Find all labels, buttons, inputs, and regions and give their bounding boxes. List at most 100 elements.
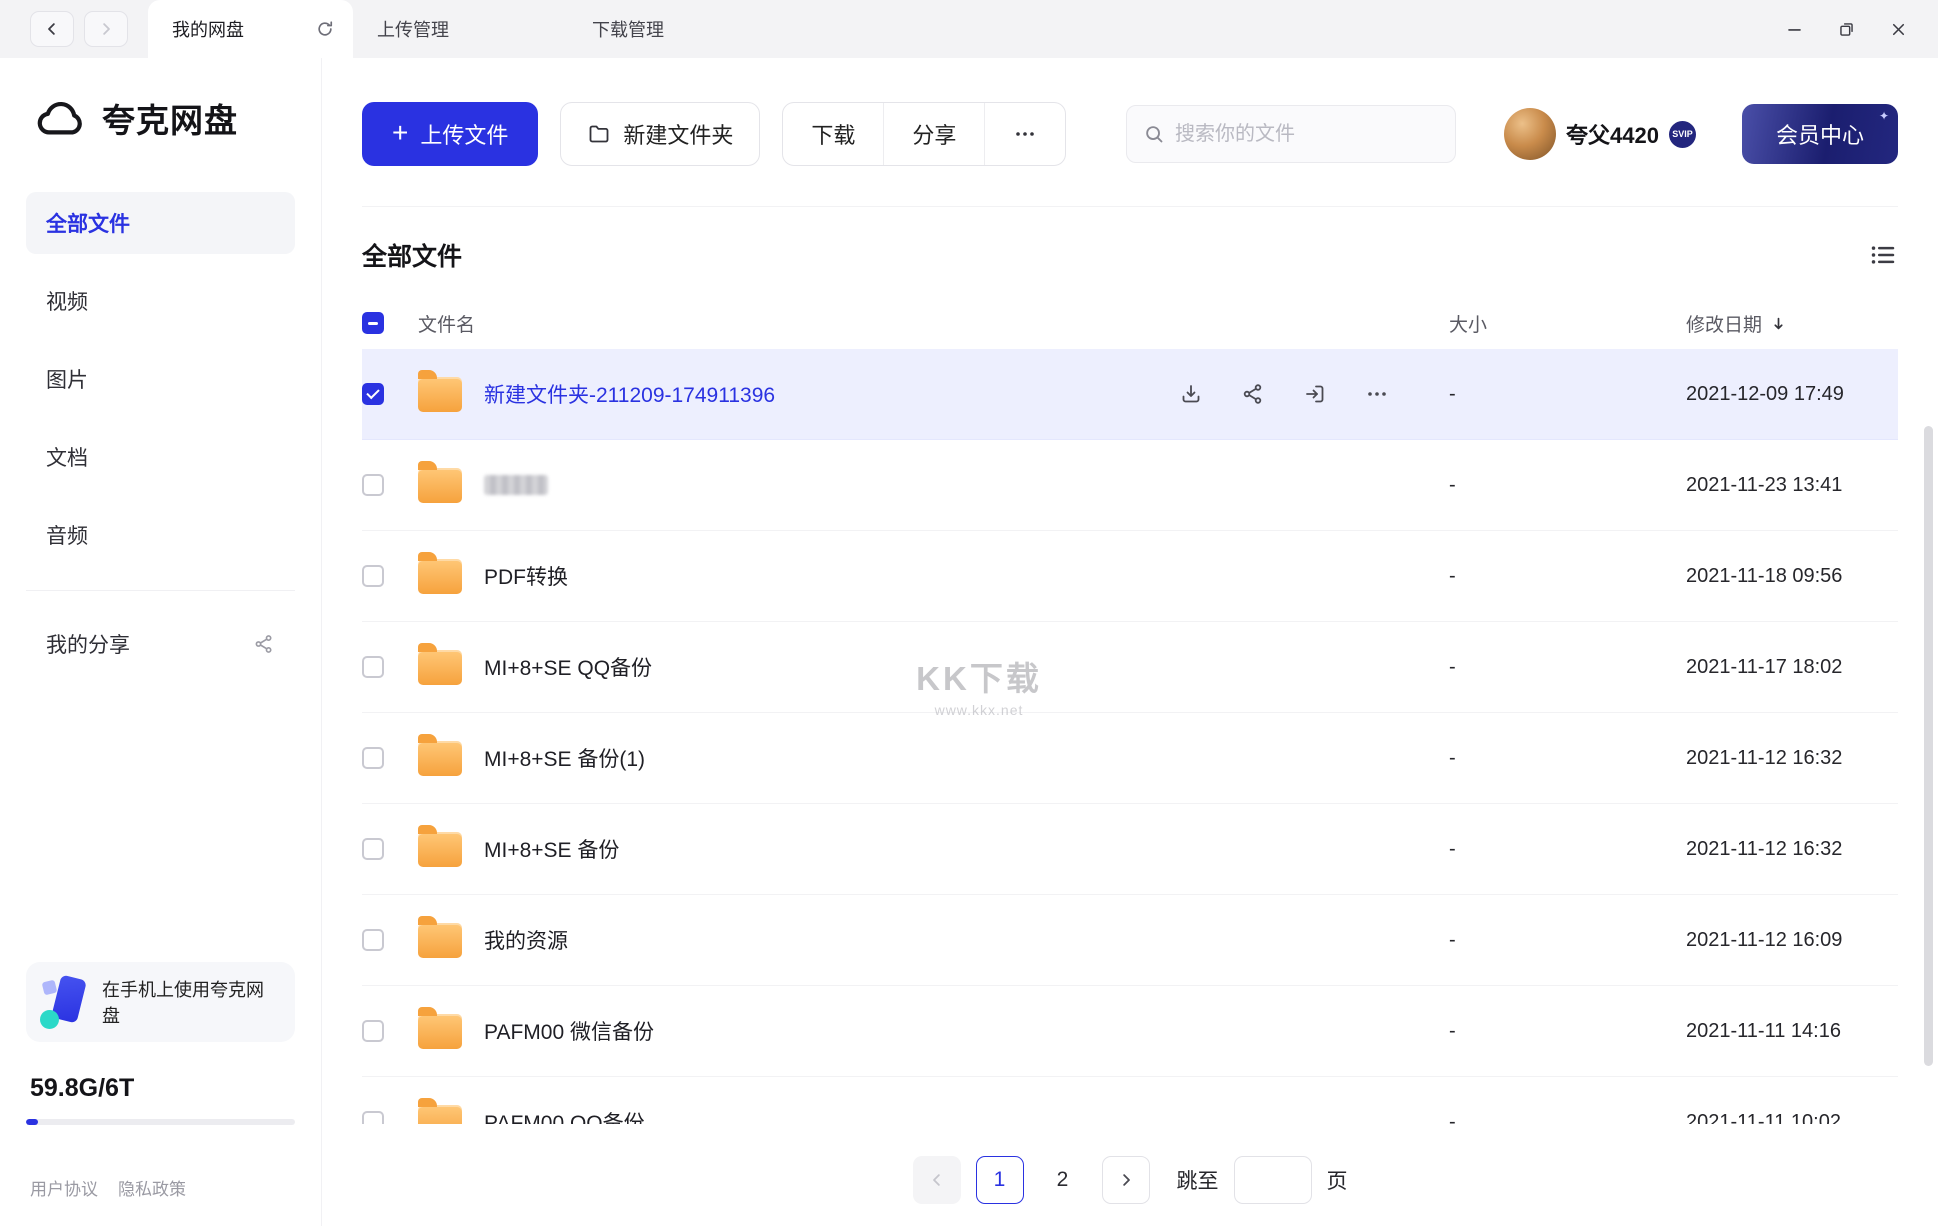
svip-badge: SVIP [1668, 120, 1696, 148]
file-date: 2021-11-23 13:41 [1686, 473, 1843, 496]
upload-button[interactable]: + 上传文件 [362, 102, 539, 166]
user-account[interactable]: 夸父4420 SVIP [1504, 108, 1696, 160]
column-modified[interactable]: 修改日期 [1686, 310, 1762, 337]
file-name[interactable]: 我的资源 [484, 925, 568, 955]
sort-desc-icon[interactable] [1770, 315, 1787, 332]
file-name[interactable]: PAFM00 微信备份 [484, 1016, 654, 1046]
storage-usage: 59.8G/6T [30, 1074, 135, 1102]
plus-icon: + [392, 117, 409, 148]
file-name[interactable]: 新建文件夹-211209-174911396 [484, 379, 775, 409]
file-name[interactable]: MI+8+SE 备份 [484, 834, 619, 864]
file-row[interactable]: MI+8+SE 备份 - 2021-11-12 16:32 [362, 804, 1898, 895]
select-all-checkbox[interactable] [362, 312, 384, 334]
history-nav [30, 0, 128, 58]
file-row[interactable]: - 2021-11-23 13:41 [362, 440, 1898, 531]
tab-upload-manager[interactable]: 上传管理 [353, 0, 568, 58]
row-checkbox[interactable] [362, 747, 384, 769]
share-button[interactable]: 分享 [883, 103, 984, 165]
row-name-cell: 我的资源 [418, 915, 1449, 958]
link-privacy-policy[interactable]: 隐私政策 [118, 1175, 186, 1200]
storage-progress-fill [26, 1119, 38, 1125]
file-row[interactable]: MI+8+SE 备份(1) - 2021-11-12 16:32 [362, 713, 1898, 804]
file-row[interactable]: 我的资源 - 2021-11-12 16:09 [362, 895, 1898, 986]
nav-label: 音频 [46, 525, 88, 548]
jump-page-input[interactable] [1233, 1156, 1312, 1204]
more-actions-button[interactable] [984, 103, 1065, 165]
sidebar-item-audio[interactable]: 音频 [26, 504, 295, 566]
vertical-scrollbar[interactable] [1924, 426, 1933, 1066]
row-checkbox[interactable] [362, 1111, 384, 1124]
table-header: 文件名 大小 修改日期 [362, 297, 1898, 349]
sidebar-item-documents[interactable]: 文档 [26, 426, 295, 488]
tab-my-drive[interactable]: 我的网盘 [148, 0, 353, 58]
sidebar-item-my-shares[interactable]: 我的分享 [26, 613, 295, 675]
file-name[interactable]: PDF转换 [484, 561, 568, 591]
mobile-promo[interactable]: 在手机上使用夸克网盘 [26, 962, 295, 1042]
titlebar: 我的网盘 上传管理 下载管理 [0, 0, 1938, 58]
file-row[interactable]: PAFM00 QQ备份 - 2021-11-11 10:02 [362, 1077, 1898, 1124]
search-input[interactable] [1175, 122, 1440, 146]
tab-label: 下载管理 [592, 20, 664, 40]
nav-label: 全部文件 [46, 213, 130, 236]
row-checkbox[interactable] [362, 838, 384, 860]
link-user-agreement[interactable]: 用户协议 [30, 1175, 98, 1200]
prev-page-button[interactable] [912, 1156, 961, 1204]
maximize-button[interactable] [1820, 0, 1872, 58]
column-name[interactable]: 文件名 [418, 310, 475, 337]
row-checkbox[interactable] [362, 929, 384, 951]
sidebar-item-images[interactable]: 图片 [26, 348, 295, 410]
new-folder-button[interactable]: 新建文件夹 [560, 102, 761, 166]
search-box[interactable] [1126, 105, 1457, 163]
row-checkbox-cell [362, 1111, 418, 1124]
row-checkbox[interactable] [362, 656, 384, 678]
file-row[interactable]: MI+8+SE QQ备份 - 2021-11-17 18:02 [362, 622, 1898, 713]
file-name[interactable]: PAFM00 QQ备份 [484, 1107, 645, 1124]
row-checkbox[interactable] [362, 383, 384, 405]
sidebar-item-all-files[interactable]: 全部文件 [26, 192, 295, 254]
row-checkbox[interactable] [362, 474, 384, 496]
page-1-button[interactable]: 1 [975, 1156, 1024, 1204]
share-icon[interactable] [1241, 382, 1265, 406]
vip-center-button[interactable]: 会员中心 [1741, 104, 1898, 164]
file-date: 2021-11-17 18:02 [1686, 655, 1843, 678]
footer-links: 用户协议 隐私政策 [26, 1175, 295, 1200]
row-checkbox-cell [362, 383, 418, 405]
file-row[interactable]: PDF转换 - 2021-11-18 09:56 [362, 531, 1898, 622]
sidebar-item-videos[interactable]: 视频 [26, 270, 295, 332]
download-icon[interactable] [1179, 382, 1203, 406]
forward-button[interactable] [84, 11, 128, 47]
save-to-icon[interactable] [1303, 382, 1327, 406]
next-page-button[interactable] [1101, 1156, 1150, 1204]
file-row[interactable]: 新建文件夹-211209-174911396 - 2021-12-09 17:4… [362, 349, 1898, 440]
folder-icon [418, 824, 462, 867]
user-avatar[interactable] [1504, 108, 1557, 160]
row-checkbox[interactable] [362, 565, 384, 587]
chevron-left-icon [932, 1174, 940, 1186]
column-size[interactable]: 大小 [1449, 315, 1487, 336]
toolbar: + 上传文件 新建文件夹 下载 分享 搜索你的文件 夸父4420 SVIP 会员… [362, 58, 1898, 207]
back-button[interactable] [30, 11, 74, 47]
file-size: - [1449, 837, 1456, 860]
file-name[interactable]: MI+8+SE QQ备份 [484, 652, 652, 682]
download-button[interactable]: 下载 [783, 103, 883, 165]
file-date: 2021-11-12 16:09 [1686, 928, 1843, 951]
refresh-icon[interactable] [315, 19, 335, 39]
tab-download-manager[interactable]: 下载管理 [568, 0, 783, 58]
file-size: - [1449, 1110, 1456, 1125]
file-name[interactable]: MI+8+SE 备份(1) [484, 743, 645, 773]
file-size: - [1449, 655, 1456, 678]
window-tabs: 我的网盘 上传管理 下载管理 [148, 0, 783, 58]
row-checkbox[interactable] [362, 1020, 384, 1042]
close-button[interactable] [1872, 0, 1924, 58]
file-size: - [1449, 1019, 1456, 1042]
file-name[interactable] [484, 475, 548, 495]
brand: 夸克网盘 [26, 94, 295, 142]
file-size: - [1449, 382, 1456, 405]
list-view-icon[interactable] [1868, 240, 1898, 270]
minimize-button[interactable] [1768, 0, 1820, 58]
row-checkbox-cell [362, 474, 418, 496]
row-checkbox-cell [362, 838, 418, 860]
page-2-button[interactable]: 2 [1039, 1156, 1087, 1204]
more-icon[interactable] [1365, 382, 1389, 406]
file-row[interactable]: PAFM00 微信备份 - 2021-11-11 14:16 [362, 986, 1898, 1077]
